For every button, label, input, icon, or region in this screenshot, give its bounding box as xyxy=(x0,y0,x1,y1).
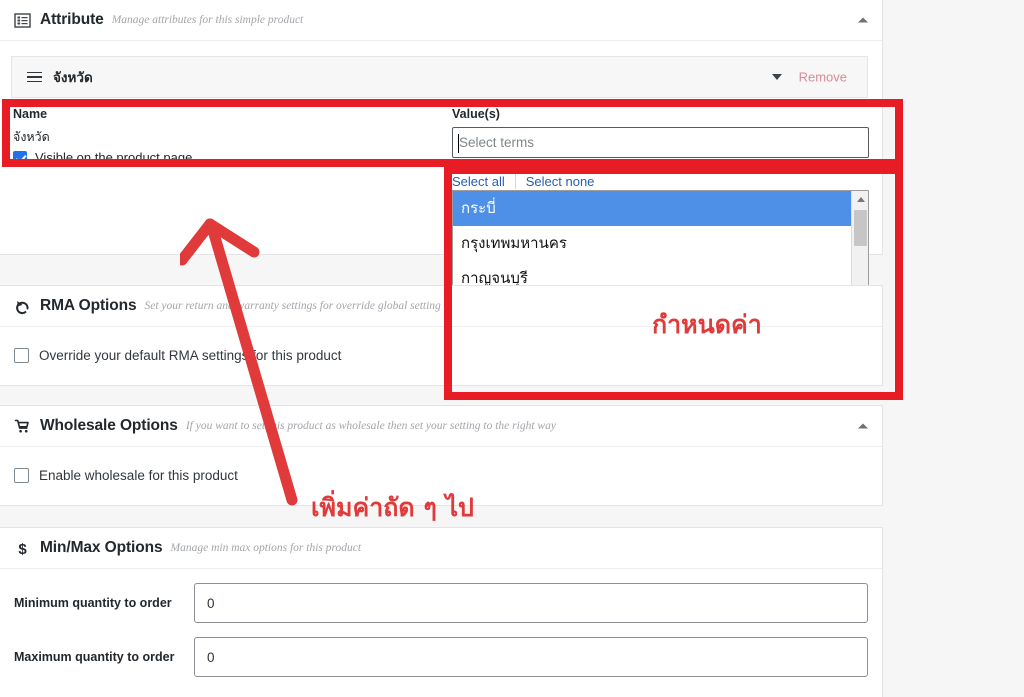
terms-option[interactable]: กรุงเทพมหานคร xyxy=(453,226,851,261)
minmax-panel-subtitle: Manage min max options for this product xyxy=(170,542,362,554)
text-cursor xyxy=(458,134,459,153)
select-none-link[interactable]: Select none xyxy=(526,174,595,189)
visible-checkbox-label: Visible on the product page xyxy=(35,150,193,165)
triangle-up-icon[interactable] xyxy=(852,191,868,208)
visible-on-product-page-checkbox[interactable] xyxy=(13,150,27,165)
name-column-header: Name xyxy=(13,107,48,121)
select-terms-placeholder: Select terms xyxy=(459,135,535,150)
wholesale-enable-checkbox[interactable] xyxy=(14,468,29,483)
values-column-header: Value(s) xyxy=(452,107,500,121)
values-column: Value(s) Select terms xyxy=(452,107,869,158)
minmax-quantity-input[interactable]: 0 xyxy=(194,637,868,677)
rma-panel-subtitle: Set your return and warranty settings fo… xyxy=(144,300,441,312)
minmax-row: Minimum quantity to order 0 xyxy=(0,576,883,630)
undo-arrow-icon xyxy=(13,297,32,316)
attribute-row-header[interactable]: จังหวัด Remove xyxy=(11,56,868,98)
hamburger-drag-icon[interactable] xyxy=(27,71,42,83)
rma-panel-title: RMA Options xyxy=(40,297,137,314)
remove-attribute-link[interactable]: Remove xyxy=(799,70,847,85)
minmax-row-label: Minimum quantity to order xyxy=(14,596,172,610)
attribute-panel: Attribute Manage attributes for this sim… xyxy=(0,0,883,375)
screenshot-root: Attribute Manage attributes for this sim… xyxy=(0,0,1024,697)
page-title: Attribute xyxy=(40,11,104,28)
name-column: Name จังหวัด Visible on the product page xyxy=(13,107,433,165)
wholesale-panel-subtitle: If you want to set this product as whole… xyxy=(185,420,556,432)
attribute-panel-header: Attribute Manage attributes for this sim… xyxy=(0,0,882,41)
select-links-row: Select all Select none xyxy=(452,174,594,189)
svg-text:$: $ xyxy=(18,541,27,557)
minmax-panel-title: Min/Max Options xyxy=(40,539,163,556)
minmax-panel-header: $ Min/Max Options Manage min max options… xyxy=(0,528,882,569)
attribute-panel-subtitle: Manage attributes for this simple produc… xyxy=(111,14,304,26)
annotation-label-add-next-value: เพิ่มค่าถัด ๆ ไป xyxy=(311,493,474,522)
minmax-options-panel: $ Min/Max Options Manage min max options… xyxy=(0,527,883,697)
minmax-quantity-input[interactable]: 0 xyxy=(194,583,868,623)
wholesale-enable-checkbox-row[interactable]: Enable wholesale for this product xyxy=(14,468,238,483)
rma-override-checkbox-row[interactable]: Override your default RMA settings for t… xyxy=(14,348,341,363)
shopping-cart-icon xyxy=(13,417,32,436)
chevron-down-icon[interactable] xyxy=(772,74,782,80)
terms-option[interactable]: กระบี่ xyxy=(453,191,851,226)
visible-checkbox-row[interactable]: Visible on the product page xyxy=(13,150,433,165)
rma-override-checkbox[interactable] xyxy=(14,348,29,363)
dollar-sign-icon: $ xyxy=(13,539,32,558)
select-all-link[interactable]: Select all xyxy=(452,174,505,189)
divider xyxy=(514,174,516,189)
attribute-row-name: จังหวัด xyxy=(53,70,93,85)
minmax-row-label: Maximum quantity to order xyxy=(14,650,175,664)
list-table-icon xyxy=(13,11,32,30)
scrollbar-thumb[interactable] xyxy=(854,210,867,246)
wholesale-enable-label: Enable wholesale for this product xyxy=(39,468,238,483)
select-terms-input[interactable]: Select terms xyxy=(452,127,869,158)
wholesale-panel-title: Wholesale Options xyxy=(40,417,178,434)
chevron-up-icon[interactable] xyxy=(858,17,868,23)
annotation-label-set-value: กำหนดค่า xyxy=(652,310,762,339)
minmax-row: Maximum quantity to order 0 xyxy=(0,630,883,684)
wholesale-panel-header: Wholesale Options If you want to set thi… xyxy=(0,406,882,447)
chevron-up-icon[interactable] xyxy=(858,423,868,429)
attribute-name-value: จังหวัด xyxy=(13,130,50,144)
rma-override-label: Override your default RMA settings for t… xyxy=(39,348,342,363)
